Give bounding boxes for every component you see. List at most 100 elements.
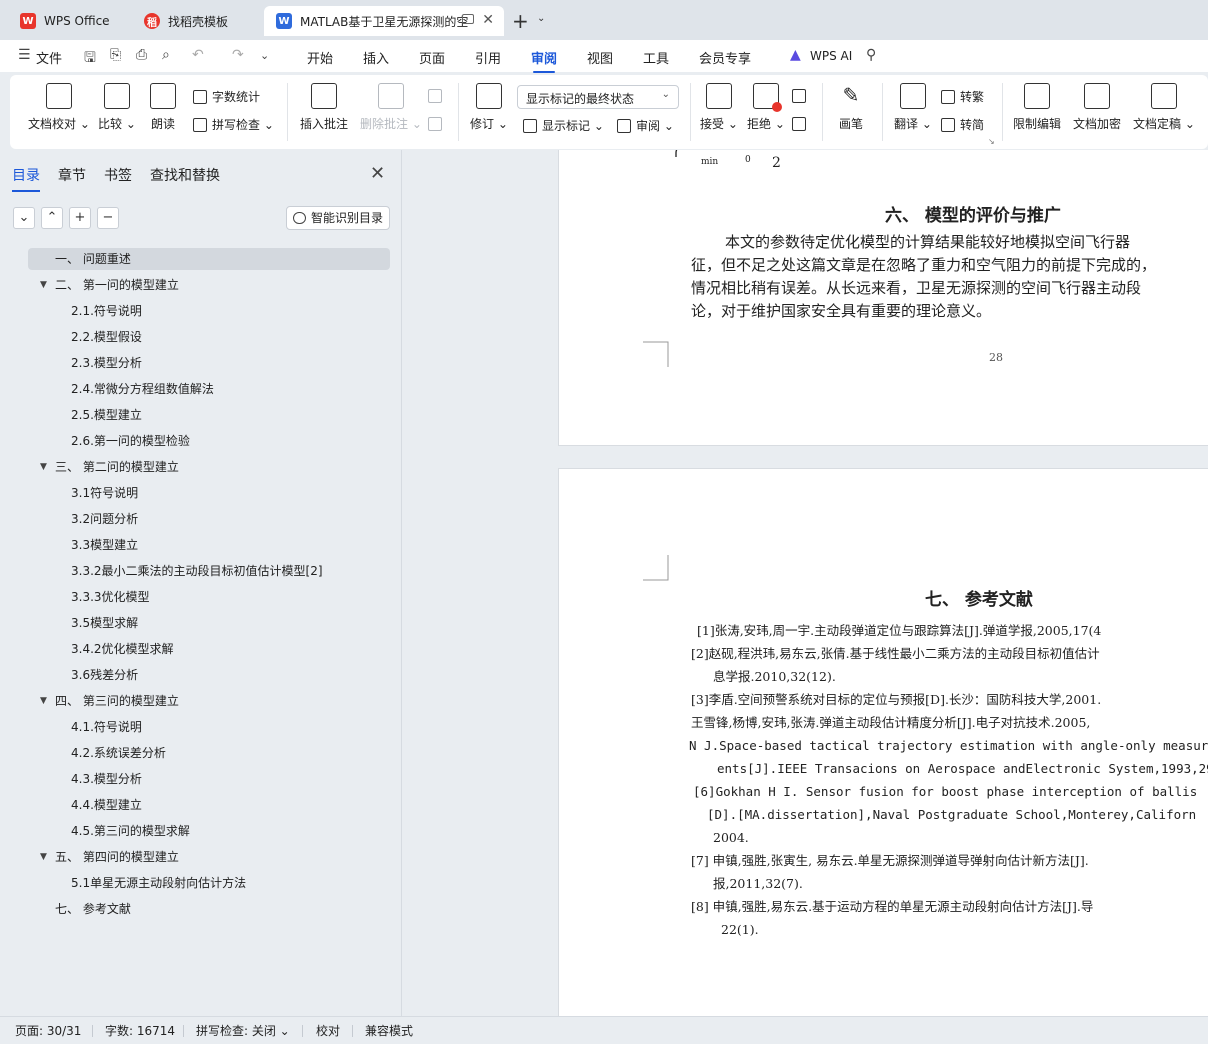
customize-chevron-icon[interactable]: ⌄: [260, 49, 269, 62]
tab-docer[interactable]: 稻 找稻壳模板: [132, 6, 256, 36]
to-traditional-button[interactable]: 转繁: [941, 88, 984, 105]
menu-page[interactable]: 页面: [419, 48, 445, 67]
prev-change-button[interactable]: [792, 89, 811, 103]
menu-wps-ai[interactable]: WPS AI: [810, 49, 852, 63]
track-changes-button[interactable]: 修订 ⌄: [470, 83, 508, 132]
tab-document[interactable]: W MATLAB基于卫星无源探测的空 ✕: [264, 6, 504, 36]
print-preview-icon[interactable]: ⌕: [162, 47, 170, 63]
toc-item[interactable]: 3.3.3优化模型: [28, 586, 390, 608]
search-icon[interactable]: ⚲: [866, 47, 876, 63]
spell-check-status[interactable]: 拼写检查: 关闭 ⌄: [196, 1022, 290, 1039]
toc-item[interactable]: 一、 问题重述: [28, 248, 390, 270]
pen-icon: ✎: [842, 83, 860, 107]
add-heading-button[interactable]: +: [69, 207, 91, 229]
insert-comment-button[interactable]: 插入批注: [300, 83, 348, 132]
restrict-edit-button[interactable]: 限制编辑: [1013, 83, 1061, 132]
reject-button[interactable]: 拒绝 ⌄: [747, 83, 785, 132]
nav-tab-bookmarks[interactable]: 书签: [104, 165, 132, 185]
next-change-button[interactable]: [792, 117, 811, 131]
chevron-down-icon[interactable]: ⌄: [537, 13, 545, 24]
close-tab-icon[interactable]: ✕: [482, 12, 494, 28]
tab-wps-office[interactable]: W WPS Office: [8, 6, 124, 36]
encrypt-button[interactable]: 文档加密: [1073, 83, 1121, 132]
toc-item[interactable]: 3.1符号说明: [28, 482, 390, 504]
toc-item[interactable]: 4.4.模型建立: [28, 794, 390, 816]
print-icon[interactable]: ⎙: [136, 47, 147, 63]
remove-heading-button[interactable]: −: [97, 207, 119, 229]
word-count-status[interactable]: 字数: 16714: [105, 1022, 175, 1039]
word-count-button[interactable]: 字数统计: [193, 88, 260, 105]
toc-item[interactable]: ▼ 三、 第二问的模型建立: [28, 456, 390, 478]
new-tab-icon[interactable]: +: [512, 9, 529, 33]
accept-button[interactable]: 接受 ⌄: [700, 83, 738, 132]
export-icon[interactable]: ⎘: [110, 47, 121, 63]
section-heading: 六、 模型的评价与推广: [885, 206, 1061, 226]
toc-item[interactable]: 2.6.第一问的模型检验: [28, 430, 390, 452]
menu-tools[interactable]: 工具: [643, 48, 669, 67]
proof-status[interactable]: 校对: [316, 1022, 340, 1039]
hamburger-icon[interactable]: ☰: [18, 47, 31, 63]
toc-item[interactable]: 3.3.2最小二乘法的主动段目标初值估计模型[2]: [28, 560, 390, 582]
delete-comment-button[interactable]: 删除批注 ⌄: [360, 83, 422, 132]
next-comment-button[interactable]: [428, 117, 447, 131]
menu-file[interactable]: 文件: [36, 48, 62, 67]
read-aloud-button[interactable]: 朗读: [150, 83, 176, 132]
expand-up-button[interactable]: ⌃: [41, 207, 63, 229]
to-simplified-button[interactable]: 转简: [941, 116, 984, 133]
menu-insert[interactable]: 插入: [363, 48, 389, 67]
toc-item[interactable]: 5.1单星无源主动段射向估计方法: [28, 872, 390, 894]
toc-item[interactable]: 2.4.常微分方程组数值解法: [28, 378, 390, 400]
doc-proofread-button[interactable]: 文档校对 ⌄: [28, 83, 90, 132]
toc-item[interactable]: 2.1.符号说明: [28, 300, 390, 322]
toc-item[interactable]: 4.2.系统误差分析: [28, 742, 390, 764]
toc-item[interactable]: ▼ 四、 第三问的模型建立: [28, 690, 390, 712]
spell-check-button[interactable]: 拼写检查 ⌄: [193, 116, 274, 133]
close-icon[interactable]: ✕: [370, 163, 385, 184]
nav-tab-find-replace[interactable]: 查找和替换: [150, 165, 220, 185]
menu-view[interactable]: 视图: [587, 48, 613, 67]
expand-triangle-icon[interactable]: ▼: [40, 846, 47, 868]
ink-button[interactable]: ✎ 画笔: [838, 83, 864, 132]
menu-member[interactable]: 会员专享: [699, 48, 751, 67]
expand-triangle-icon[interactable]: ▼: [40, 456, 47, 478]
expand-dialog-icon[interactable]: ↘: [988, 137, 995, 146]
undo-icon[interactable]: ↶: [192, 47, 204, 63]
wps-ai-icon[interactable]: ▲: [790, 47, 801, 63]
compare-button[interactable]: 比较 ⌄: [98, 83, 136, 132]
expand-triangle-icon[interactable]: ▼: [40, 690, 47, 712]
finalize-button[interactable]: 文档定稿 ⌄: [1133, 83, 1195, 132]
show-markup-button[interactable]: 显示标记 ⌄: [523, 117, 604, 134]
toc-item[interactable]: 2.2.模型假设: [28, 326, 390, 348]
menu-review[interactable]: 审阅: [531, 48, 557, 73]
toc-item[interactable]: 3.4.2优化模型求解: [28, 638, 390, 660]
expand-triangle-icon[interactable]: ▼: [40, 274, 47, 296]
toc-item[interactable]: 4.3.模型分析: [28, 768, 390, 790]
markup-state-select[interactable]: 显示标记的最终状态 ⌄: [517, 85, 679, 109]
menu-reference[interactable]: 引用: [475, 48, 501, 67]
page-indicator[interactable]: 页面: 30/31: [15, 1022, 81, 1039]
redo-icon[interactable]: ↷: [232, 47, 244, 63]
nav-tab-toc[interactable]: 目录: [12, 165, 40, 192]
document-canvas[interactable]: min 0 2 六、 模型的评价与推广 本文的参数待定优化模型的计算结果能较好地…: [403, 150, 1208, 1016]
toc-item[interactable]: ▼ 五、 第四问的模型建立: [28, 846, 390, 868]
finalize-icon: [1150, 83, 1177, 109]
translate-button[interactable]: 翻译 ⌄: [894, 83, 932, 132]
toc-item[interactable]: 4.5.第三问的模型求解: [28, 820, 390, 842]
toc-item[interactable]: 4.1.符号说明: [28, 716, 390, 738]
prev-comment-button[interactable]: [428, 89, 447, 103]
nav-tab-sections[interactable]: 章节: [58, 165, 86, 185]
toc-item[interactable]: 七、 参考文献: [28, 898, 390, 920]
menu-home[interactable]: 开始: [307, 48, 333, 67]
toc-item[interactable]: 2.3.模型分析: [28, 352, 390, 374]
toc-item[interactable]: 2.5.模型建立: [28, 404, 390, 426]
toc-item[interactable]: ▼ 二、 第一问的模型建立: [28, 274, 390, 296]
smart-toc-button[interactable]: 智能识别目录: [286, 206, 390, 230]
save-icon[interactable]: 🖫: [84, 47, 96, 71]
review-pane-button[interactable]: 审阅 ⌄: [617, 117, 674, 134]
ribbon-divider: [822, 83, 823, 141]
collapse-all-button[interactable]: ⌄: [13, 207, 35, 229]
toc-item[interactable]: 3.5模型求解: [28, 612, 390, 634]
toc-item[interactable]: 3.2问题分析: [28, 508, 390, 530]
toc-item[interactable]: 3.3模型建立: [28, 534, 390, 556]
toc-item[interactable]: 3.6残差分析: [28, 664, 390, 686]
